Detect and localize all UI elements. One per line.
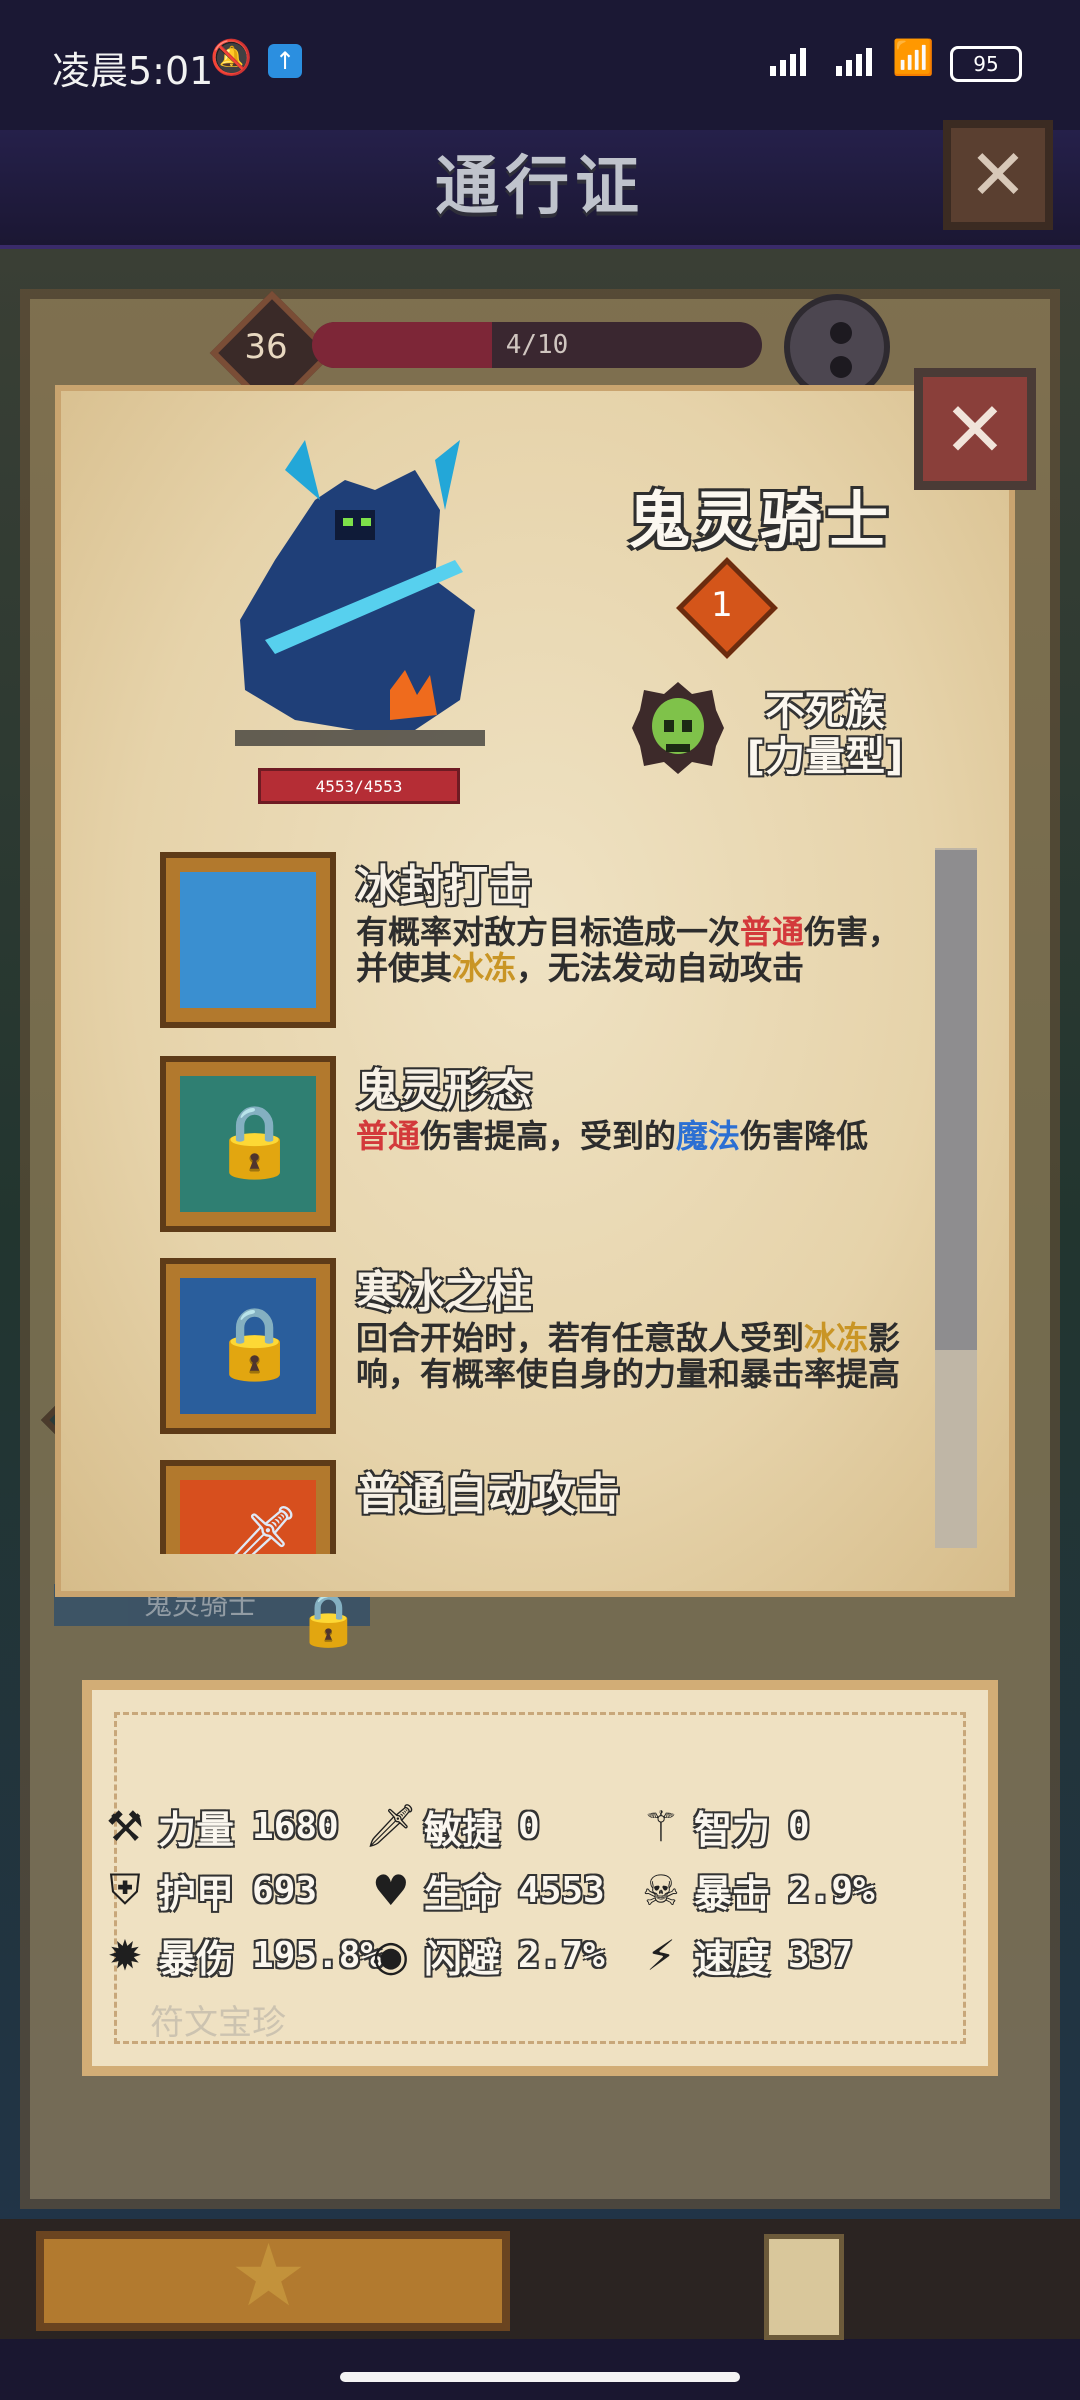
stat-value: 4553 — [518, 1869, 605, 1911]
explosion-icon: ✹ — [107, 1930, 143, 1980]
status-time: 凌晨5:01 — [52, 49, 214, 93]
signal-hd-icon — [836, 48, 872, 76]
skull-icon: ☠ — [642, 1865, 680, 1915]
lock-icon: 🔒 — [160, 1258, 336, 1434]
skull-icon — [632, 682, 724, 774]
pass-level-number: 36 — [244, 327, 288, 367]
pass-progress-text: 4/10 — [505, 330, 569, 360]
mute-icon: 🔕 — [210, 38, 253, 78]
skill-description: 回合开始时，若有任意敌人受到冰冻影响，有概率使自身的力量和暴击率提高 — [356, 1320, 916, 1392]
stat-row: ⛨ 护甲 693 — [100, 1860, 317, 1920]
hero-sprite — [235, 440, 485, 746]
stat-value: 337 — [788, 1934, 854, 1976]
skill-description-segment: 魔法 — [676, 1117, 741, 1155]
header-bar: 通行证 — [0, 130, 1080, 249]
stat-label: 力量 — [158, 1807, 235, 1852]
card-close-button[interactable]: ✕ — [914, 368, 1036, 490]
stat-label: 生命 — [424, 1871, 501, 1916]
stat-value: 2.9% — [788, 1869, 875, 1911]
ice-crystal-icon — [160, 852, 336, 1028]
skill-description: 普通伤害提高，受到的魔法伤害降低 — [356, 1118, 916, 1154]
page-title: 通行证 — [435, 150, 645, 224]
hero-hp-bar: 4553/4553 — [258, 768, 460, 804]
skill-title: 鬼灵形态 — [356, 1065, 532, 1116]
dagger-icon: 🗡 — [364, 1801, 418, 1850]
axe-icon: ⚒ — [106, 1801, 144, 1851]
stat-value: 195.8% — [252, 1934, 383, 1976]
stat-row: ♥ 生命 4553 — [366, 1860, 605, 1920]
lightning-icon: ⚡ — [646, 1930, 676, 1980]
stat-value: 693 — [252, 1869, 318, 1911]
stat-row: ⚚ 智力 0 — [636, 1796, 810, 1856]
battery-icon: 95 — [950, 46, 1022, 82]
stat-label: 敏捷 — [424, 1807, 501, 1852]
hero-race: 不死族 [力量型] — [730, 688, 920, 780]
background-faded-text: 符文宝珍 — [150, 2003, 286, 2043]
wifi-icon: 📶 — [892, 38, 935, 78]
quest-scroll-icon[interactable] — [764, 2234, 844, 2340]
staff-icon: ⚚ — [642, 1801, 680, 1851]
home-indicator[interactable] — [340, 2372, 740, 2382]
lock-icon: 🔒 — [160, 1056, 336, 1232]
stat-value: 0 — [788, 1805, 810, 1847]
stat-value: 1680 — [252, 1805, 339, 1847]
stat-row: ✹ 暴伤 195.8% — [100, 1925, 382, 1985]
heart-icon: ♥ — [372, 1865, 410, 1915]
stat-label: 智力 — [694, 1807, 771, 1852]
skill-description-segment: ，无法发动自动攻击 — [516, 949, 805, 987]
stat-label: 闪避 — [424, 1936, 501, 1981]
stat-row: ⚒ 力量 1680 — [100, 1796, 339, 1856]
stat-row: ◉ 闪避 2.7% — [366, 1925, 605, 1985]
stat-value: 2.7% — [518, 1934, 605, 1976]
skill-description-segment: 普通 — [356, 1117, 421, 1155]
skill-title: 普通自动攻击 — [356, 1469, 620, 1520]
hero-race-type: [力量型] — [746, 734, 904, 780]
upload-icon: ↑ — [268, 44, 302, 78]
rank-number: 1 — [711, 585, 733, 625]
sword-icon: 🗡 — [160, 1460, 336, 1554]
stat-label: 护甲 — [158, 1871, 235, 1916]
skill-title: 冰封打击 — [356, 861, 532, 912]
skill-description-segment: 冰冻 — [452, 949, 517, 987]
star-icon[interactable]: ★ — [230, 2226, 307, 2326]
stat-row: 🗡 敏捷 0 — [364, 1796, 540, 1856]
stat-value: 0 — [518, 1805, 540, 1847]
close-button[interactable]: ✕ — [943, 120, 1053, 230]
stat-row: ⚡ 速度 337 — [636, 1925, 853, 1985]
skill-description-segment: 冰冻 — [804, 1319, 869, 1357]
stat-row: ☠ 暴击 2.9% — [636, 1860, 875, 1920]
skill-description-segment: 有概率对敌方目标造成一次 — [356, 913, 741, 951]
stat-label: 速度 — [694, 1936, 771, 1981]
hero-name: 鬼灵骑士 — [627, 484, 892, 557]
skills-list[interactable]: 冰封打击 有概率对敌方目标造成一次普通伤害，并使其冰冻，无法发动自动攻击 🔒 鬼… — [160, 848, 940, 1554]
status-bar: 凌晨5:01 🔕 ↑ 📶 95 — [0, 0, 1080, 130]
bottom-navigation — [0, 2219, 1080, 2339]
skill-title: 寒冰之柱 — [356, 1267, 532, 1318]
skills-scrollbar-thumb[interactable] — [935, 850, 977, 1350]
signal-icon — [770, 48, 806, 76]
skill-description-segment: 普通 — [740, 913, 805, 951]
skill-description: 有概率对敌方目标造成一次普通伤害，并使其冰冻，无法发动自动攻击 — [356, 914, 916, 986]
skill-description-segment: 伤害提高，受到的 — [420, 1117, 677, 1155]
skill-description-segment: 回合开始时，若有任意敌人受到 — [356, 1319, 805, 1357]
skill-description-segment: 伤害降低 — [740, 1117, 869, 1155]
stat-label: 暴击 — [694, 1871, 771, 1916]
shield-icon: ⛨ — [109, 1865, 141, 1914]
hero-race-name: 不死族 — [765, 688, 885, 734]
eye-icon: ◉ — [372, 1930, 410, 1980]
stat-label: 暴伤 — [158, 1936, 235, 1981]
lock-icon: 🔒 — [296, 1590, 361, 1650]
